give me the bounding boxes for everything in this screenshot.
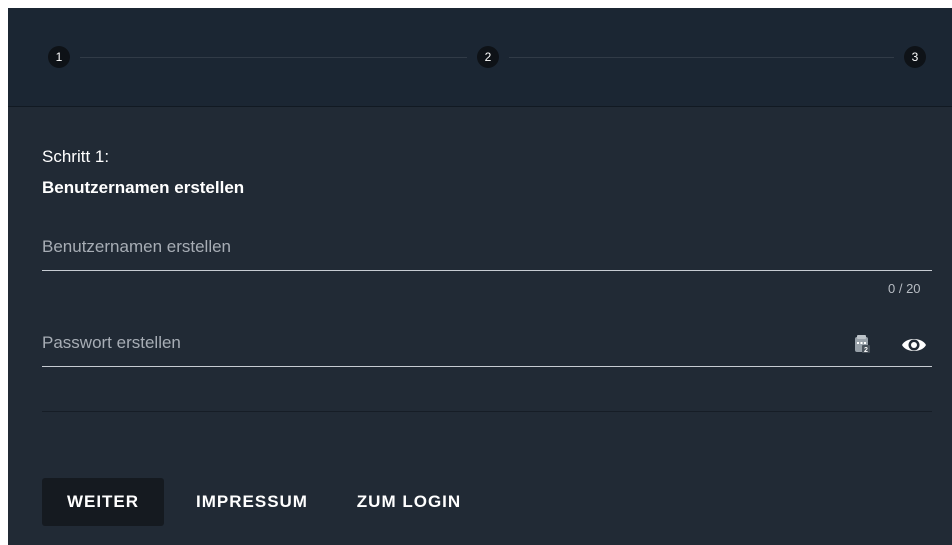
step-title: Benutzernamen erstellen (42, 178, 245, 197)
go-to-login-button[interactable]: ZUM LOGIN (344, 478, 474, 526)
step-1-indicator[interactable]: 1 (48, 46, 70, 68)
svg-text:2: 2 (864, 347, 868, 354)
password-placeholder[interactable]: Passwort erstellen (42, 333, 181, 353)
username-placeholder[interactable]: Benutzernamen erstellen (42, 237, 231, 257)
stepper-header: 1 2 3 (8, 8, 952, 107)
eye-icon[interactable] (900, 333, 928, 357)
username-character-counter: 0 / 20 (888, 281, 921, 296)
username-field[interactable]: Benutzernamen erstellen (42, 230, 932, 271)
step-label: Schritt 1: (42, 147, 110, 166)
next-button[interactable]: WEITER (42, 478, 164, 526)
password-field[interactable]: Passwort erstellen 2 (42, 326, 932, 367)
step-3-indicator[interactable]: 3 (904, 46, 926, 68)
stepper-connector-line (80, 57, 467, 58)
stepper-connector-line (509, 57, 894, 58)
imprint-button[interactable]: IMPRESSUM (176, 478, 328, 526)
registration-card: 1 2 3 Schritt 1: Benutzernamen erstellen… (8, 8, 952, 545)
keepass-icon[interactable]: 2 (854, 334, 871, 354)
form-divider (42, 411, 932, 412)
step-2-indicator[interactable]: 2 (477, 46, 499, 68)
